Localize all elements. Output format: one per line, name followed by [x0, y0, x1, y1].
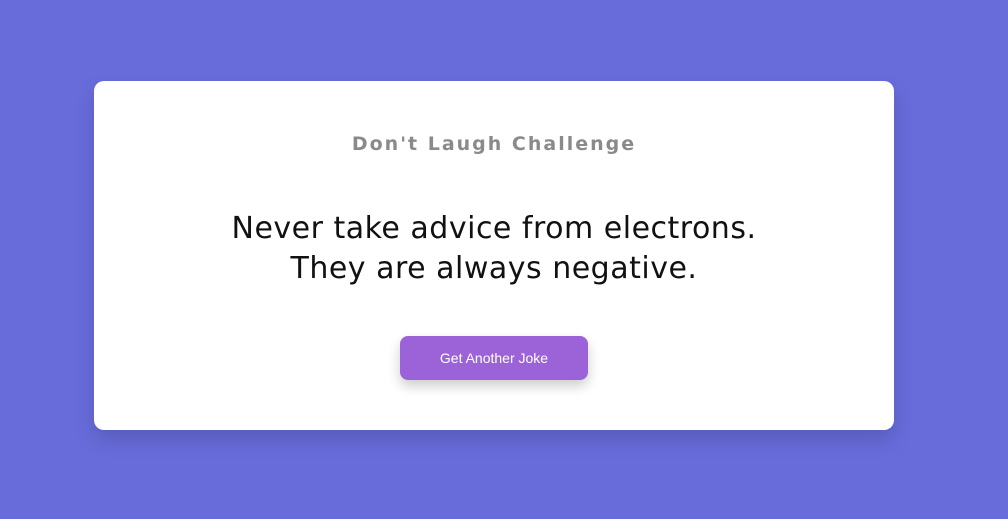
page-title: Don't Laugh Challenge — [351, 133, 637, 155]
joke-card: Don't Laugh Challenge Never take advice … — [94, 81, 894, 430]
get-another-joke-button[interactable]: Get Another Joke — [400, 336, 588, 380]
joke-text: Never take advice from electrons. They a… — [231, 211, 757, 286]
